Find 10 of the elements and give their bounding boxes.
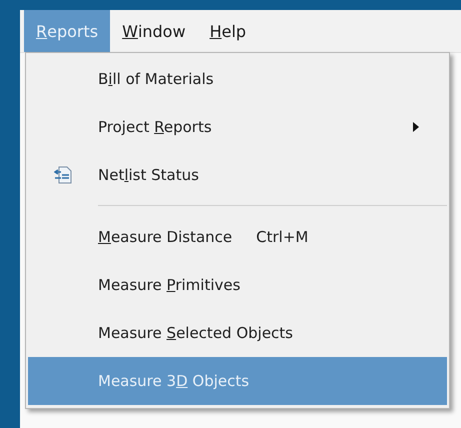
- menu-bar-item[interactable]: Help: [198, 10, 258, 52]
- submenu-arrow-icon: [413, 122, 419, 132]
- menu-item[interactable]: Measure Primitives: [28, 261, 447, 309]
- list-icon: [54, 166, 72, 184]
- menu-bar-item[interactable]: Window: [110, 10, 198, 52]
- menu-item[interactable]: Measure Selected Objects: [28, 309, 447, 357]
- menu-item[interactable]: Bill of Materials: [28, 55, 447, 103]
- menu-item[interactable]: Measure Distance Ctrl+M: [28, 213, 447, 261]
- menu-item[interactable]: Project Reports: [28, 103, 447, 151]
- menu-item[interactable]: Netlist Status: [28, 151, 447, 199]
